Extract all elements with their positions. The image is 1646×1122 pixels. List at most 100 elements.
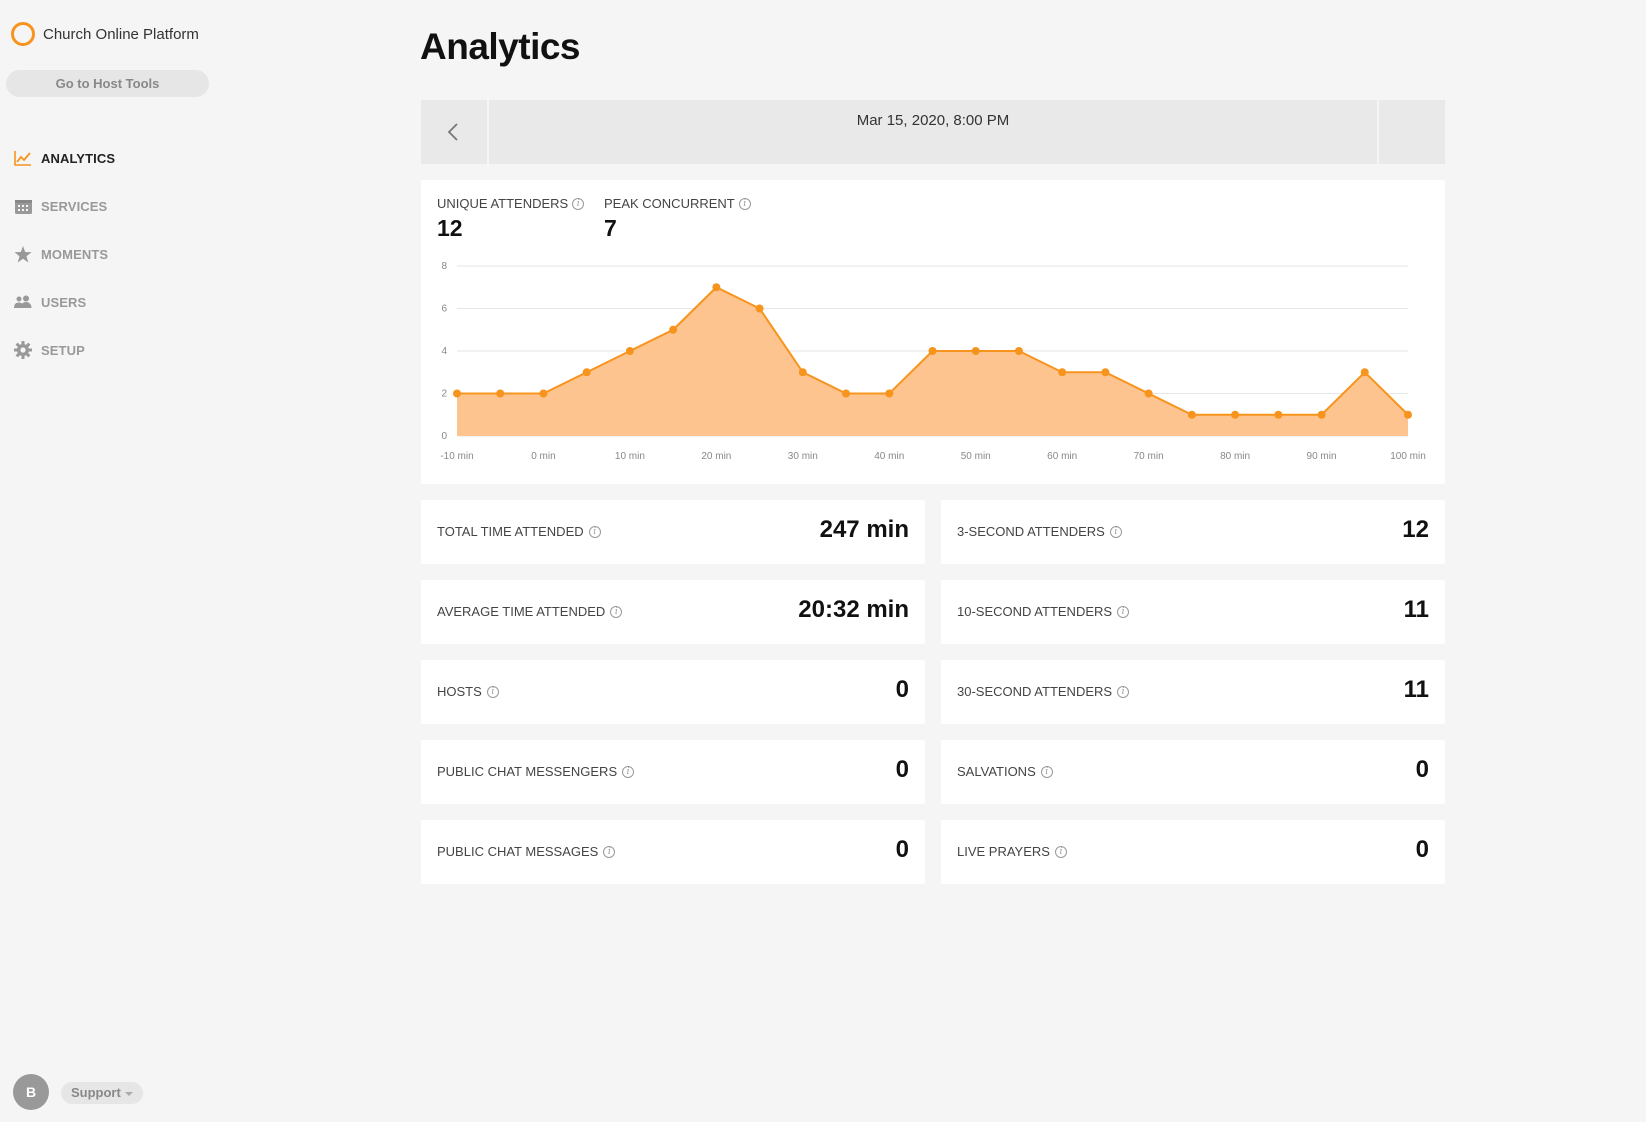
x-tick-label: 40 min <box>874 451 904 462</box>
chevron-left-icon <box>447 123 458 141</box>
info-icon[interactable]: i <box>486 685 499 698</box>
data-point <box>971 347 980 355</box>
x-tick-label: 80 min <box>1220 451 1250 462</box>
stat-value: 20:32 min <box>798 596 909 623</box>
x-tick-label: 50 min <box>961 451 991 462</box>
users-icon <box>13 292 33 312</box>
stat-card: 30-SECOND ATTENDERS i 11 <box>941 660 1445 724</box>
data-point <box>1274 410 1283 419</box>
data-point <box>842 389 851 398</box>
attendance-chart-card: UNIQUE ATTENDERS i 12 PEAK CONCURRENT i 7 … <box>421 180 1445 484</box>
brand-name: Church Online Platform <box>43 25 199 43</box>
data-point <box>539 389 548 398</box>
x-tick-label: 70 min <box>1134 451 1164 462</box>
stat-card: 10-SECOND ATTENDERS i 11 <box>941 580 1445 644</box>
stat-value: 247 min <box>819 516 909 543</box>
host-tools-button[interactable]: Go to Host Tools <box>6 70 209 97</box>
info-icon[interactable]: i <box>1054 845 1067 858</box>
data-point <box>1144 389 1153 398</box>
info-icon[interactable]: i <box>622 765 635 778</box>
data-point <box>1058 368 1067 377</box>
x-tick-label: 60 min <box>1047 451 1077 462</box>
date-navigator: Mar 15, 2020, 8:00 PM <box>421 100 1445 164</box>
x-tick-label: 20 min <box>701 451 731 462</box>
stat-value: 11 <box>1403 676 1429 703</box>
sidebar-item-users[interactable]: USERS <box>13 278 115 326</box>
info-icon[interactable]: i <box>1117 685 1130 698</box>
stat-label: 3-SECOND ATTENDERS <box>957 524 1105 539</box>
data-point <box>1317 410 1326 419</box>
y-tick-label: 4 <box>441 346 447 357</box>
stat-card: AVERAGE TIME ATTENDED i 20:32 min <box>421 580 925 644</box>
y-tick-label: 0 <box>441 431 447 442</box>
y-tick-label: 2 <box>441 389 447 400</box>
stat-value: 0 <box>1415 836 1429 863</box>
data-point <box>669 325 678 334</box>
data-point <box>1404 410 1412 419</box>
x-tick-label: 30 min <box>788 451 818 462</box>
stat-value: 0 <box>895 676 909 703</box>
stat-card: HOSTS i 0 <box>421 660 925 724</box>
stat-value: 0 <box>1415 756 1429 783</box>
support-button[interactable]: Support <box>61 1082 143 1104</box>
stat-label: 30-SECOND ATTENDERS <box>957 684 1113 699</box>
x-tick-label: -10 min <box>440 451 473 462</box>
stat-value: 12 <box>1402 516 1429 543</box>
stat-label: PUBLIC CHAT MESSENGERS <box>437 764 618 779</box>
stat-card: PUBLIC CHAT MESSENGERS i 0 <box>421 740 925 804</box>
data-point <box>1231 410 1240 419</box>
info-icon[interactable]: i <box>610 605 623 618</box>
stat-label: LIVE PRAYERS <box>957 844 1050 859</box>
info-icon[interactable]: i <box>603 845 616 858</box>
stat-value: 11 <box>1403 596 1429 623</box>
data-point <box>1101 368 1110 377</box>
data-point <box>712 283 721 292</box>
page-title: Analytics <box>420 26 581 67</box>
stat-label: HOSTS <box>437 684 482 699</box>
sidebar-item-services[interactable]: SERVICES <box>13 182 115 230</box>
y-tick-label: 8 <box>441 261 447 272</box>
date-label: Mar 15, 2020, 8:00 PM <box>856 112 1010 129</box>
x-tick-label: 100 min <box>1390 451 1426 462</box>
next-date-button[interactable] <box>1381 100 1445 164</box>
support-label: Support <box>71 1085 121 1100</box>
data-point <box>1187 410 1196 419</box>
previous-date-button[interactable] <box>421 100 485 164</box>
star-icon <box>13 244 33 264</box>
stat-card: PUBLIC CHAT MESSAGES i 0 <box>421 820 925 884</box>
stat-label: PUBLIC CHAT MESSAGES <box>437 844 599 859</box>
info-icon[interactable]: i <box>588 525 601 538</box>
stat-card: 3-SECOND ATTENDERS i 12 <box>941 500 1445 564</box>
x-tick-label: 0 min <box>531 451 555 462</box>
data-point <box>798 368 807 377</box>
data-point <box>755 304 764 313</box>
data-point <box>928 347 937 355</box>
chevron-down-icon <box>124 1091 133 1096</box>
info-icon[interactable]: i <box>1117 605 1130 618</box>
sidebar: Church Online Platform Go to Host Tools … <box>0 0 220 1122</box>
data-point <box>496 389 505 398</box>
avatar[interactable]: B <box>13 1074 49 1110</box>
current-date: Mar 15, 2020, 8:00 PM <box>487 100 1379 164</box>
sidebar-item-label: MOMENTS <box>41 246 109 262</box>
stat-card: TOTAL TIME ATTENDED i 247 min <box>421 500 925 564</box>
sidebar-item-setup[interactable]: SETUP <box>13 326 115 374</box>
data-point <box>582 368 591 377</box>
gear-icon <box>13 340 33 360</box>
attendance-area-chart: 0 2 4 6 8 -10 min 0 min 10 min 20 min 30 min 40 mi… <box>440 261 1426 462</box>
sidebar-item-moments[interactable]: MOMENTS <box>13 230 115 278</box>
brand-logo[interactable]: Church Online Platform <box>11 22 199 46</box>
sidebar-item-analytics[interactable]: ANALYTICS <box>13 134 115 182</box>
calendar-icon <box>13 196 33 216</box>
x-tick-label: 90 min <box>1307 451 1337 462</box>
sidebar-item-label: SERVICES <box>41 198 108 214</box>
series-area <box>457 287 1408 436</box>
stat-label: SALVATIONS <box>957 764 1036 779</box>
stat-label: TOTAL TIME ATTENDED <box>437 524 584 539</box>
sidebar-item-label: SETUP <box>41 342 85 358</box>
info-icon[interactable]: i <box>1109 525 1122 538</box>
sidebar-item-label: USERS <box>41 294 87 310</box>
info-icon[interactable]: i <box>1040 765 1053 778</box>
data-point <box>625 347 634 355</box>
data-point <box>885 389 894 398</box>
